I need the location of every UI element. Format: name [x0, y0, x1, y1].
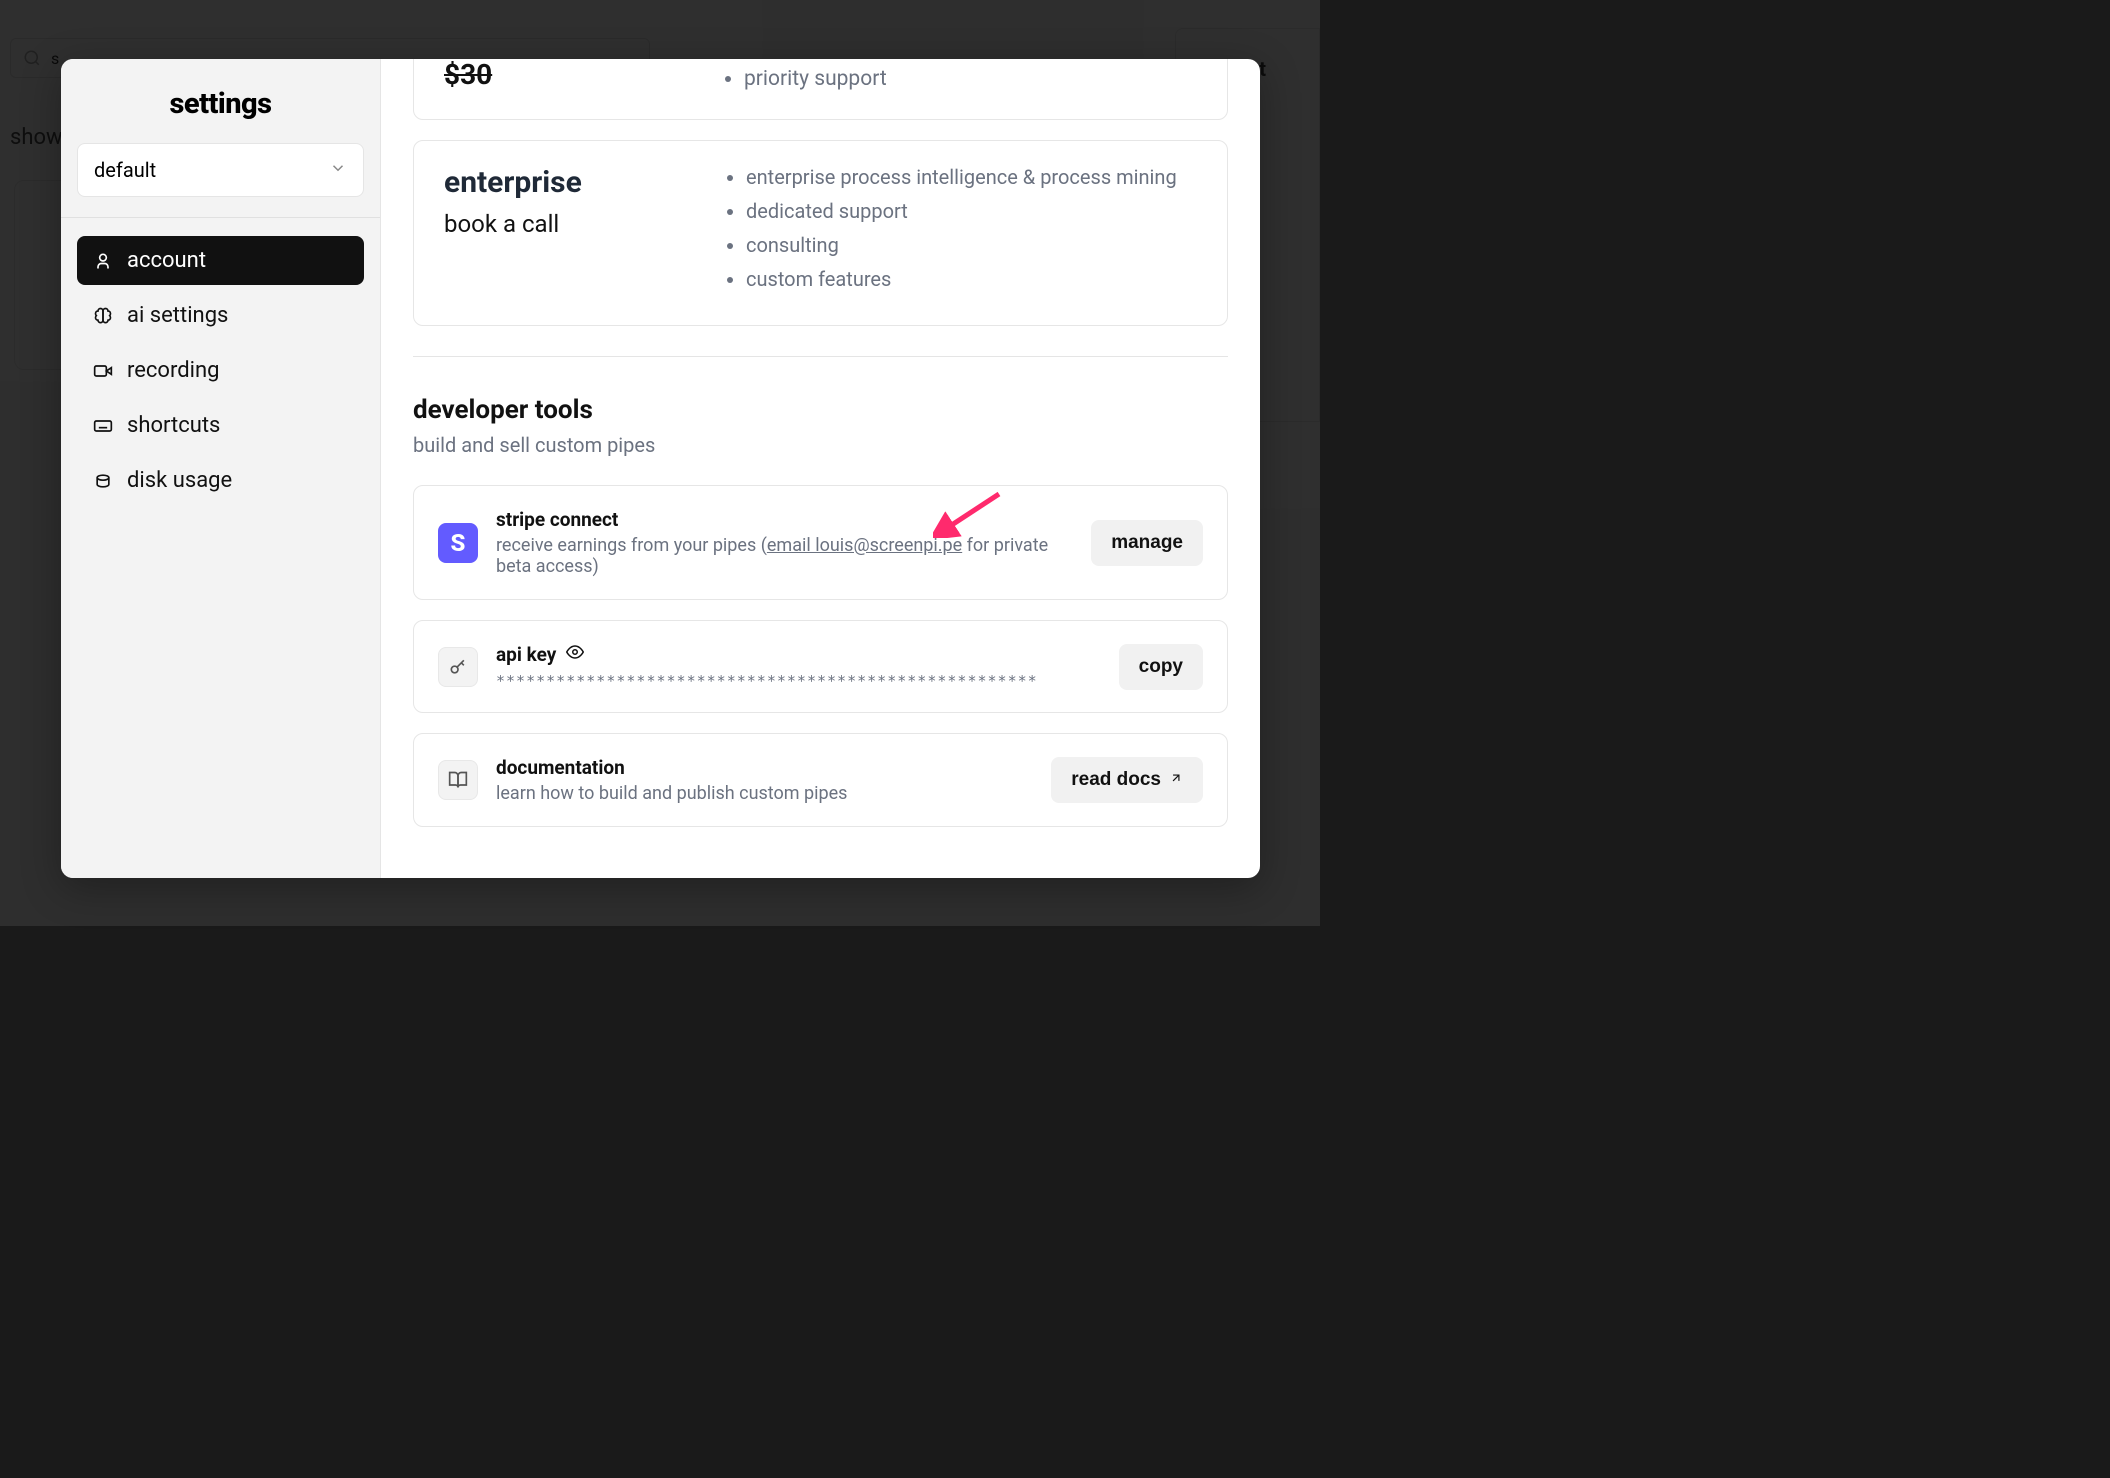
plan-cta[interactable]: book a call — [444, 210, 704, 238]
plan-feature-list: enterprise process intelligence & proces… — [724, 165, 1177, 301]
sidebar-item-label: shortcuts — [127, 413, 220, 438]
card-title: documentation — [496, 756, 1033, 779]
sidebar-item-label: ai settings — [127, 303, 228, 328]
manage-button[interactable]: manage — [1091, 520, 1203, 566]
chevron-down-icon — [329, 158, 347, 182]
settings-main: $30 priority support enterprise book a c… — [381, 59, 1260, 878]
plan-feature-item: consulting — [746, 233, 1177, 257]
book-icon — [438, 760, 478, 800]
plan-card-enterprise: enterprise book a call enterprise proces… — [413, 140, 1228, 326]
sidebar-item-label: recording — [127, 358, 220, 383]
eye-icon[interactable] — [566, 643, 584, 666]
sidebar-item-ai-settings[interactable]: ai settings — [77, 291, 364, 340]
plan-feature-item: enterprise process intelligence & proces… — [746, 165, 1177, 189]
read-docs-button[interactable]: read docs — [1051, 757, 1203, 803]
api-key-masked: ****************************************… — [496, 672, 1101, 690]
disk-icon — [93, 471, 113, 491]
plan-feature-list: priority support — [744, 67, 1197, 91]
plan-feature-item: priority support — [744, 67, 1197, 91]
email-link[interactable]: email louis@screenpi.pe — [767, 535, 962, 556]
plan-feature-item: custom features — [746, 267, 1177, 291]
sidebar-item-label: account — [127, 248, 206, 273]
card-title: stripe connect — [496, 508, 1073, 531]
stripe-icon: S — [438, 523, 478, 563]
key-icon — [438, 647, 478, 687]
sidebar-item-shortcuts[interactable]: shortcuts — [77, 401, 364, 450]
documentation-card: documentation learn how to build and pub… — [413, 733, 1228, 827]
stripe-connect-card: S stripe connect receive earnings from y… — [413, 485, 1228, 600]
section-title: developer tools — [413, 395, 1228, 425]
api-key-card: api key ********************************… — [413, 620, 1228, 713]
plan-name: enterprise — [444, 165, 704, 200]
plan-card-pro: $30 priority support — [413, 59, 1228, 120]
brain-icon — [93, 306, 113, 326]
plan-feature-item: dedicated support — [746, 199, 1177, 223]
sidebar-divider — [61, 217, 380, 218]
sidebar-item-account[interactable]: account — [77, 236, 364, 285]
section-divider — [413, 356, 1228, 357]
section-subtitle: build and sell custom pipes — [413, 433, 1228, 457]
dropdown-value: default — [94, 158, 156, 182]
sidebar-title: settings — [77, 87, 364, 121]
external-link-icon — [1169, 769, 1183, 791]
card-description: receive earnings from your pipes (email … — [496, 535, 1073, 577]
card-title: api key — [496, 643, 1101, 666]
sidebar-item-disk-usage[interactable]: disk usage — [77, 456, 364, 505]
video-icon — [93, 361, 113, 381]
settings-sidebar: settings default account ai settings — [61, 59, 381, 878]
profile-dropdown[interactable]: default — [77, 143, 364, 197]
sidebar-item-label: disk usage — [127, 468, 232, 493]
sidebar-item-recording[interactable]: recording — [77, 346, 364, 395]
copy-button[interactable]: copy — [1119, 644, 1203, 690]
user-icon — [93, 251, 113, 271]
keyboard-icon — [93, 416, 113, 436]
card-description: learn how to build and publish custom pi… — [496, 783, 1033, 804]
settings-modal: settings default account ai settings — [61, 59, 1260, 878]
